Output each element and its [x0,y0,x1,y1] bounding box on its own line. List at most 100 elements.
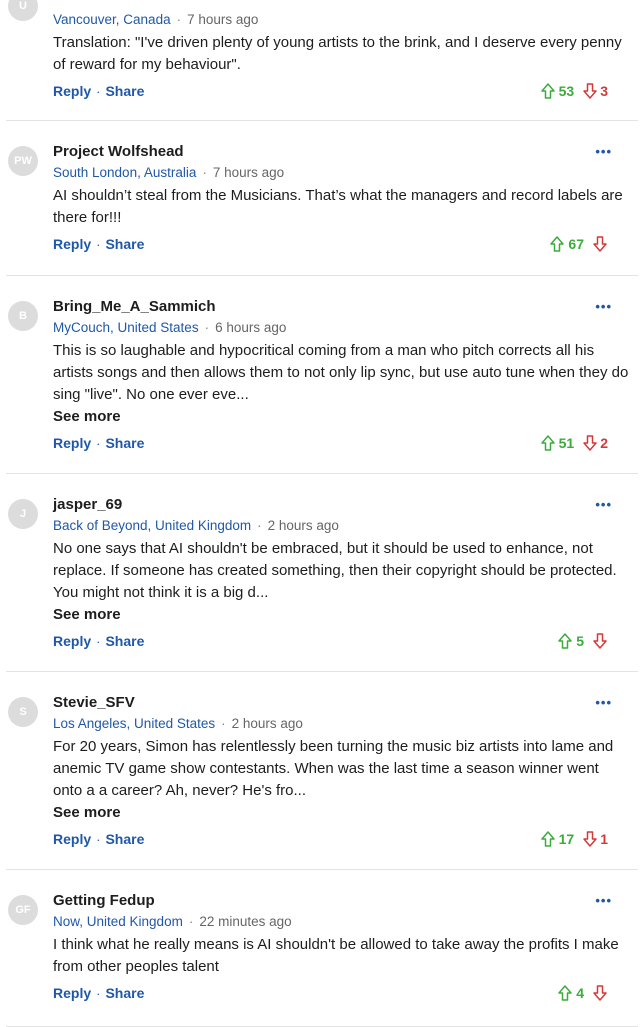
comment-time: 22 minutes ago [199,914,292,929]
comment-author[interactable]: Project Wolfshead [53,142,630,161]
vote-controls: 67 [549,234,608,254]
avatar[interactable]: PW [8,146,38,176]
comment-item: GF ••• Getting Fedup Now, United Kingdom… [6,870,638,1027]
comment-location[interactable]: MyCouch, United States [53,320,199,335]
meta-separator: · [257,518,262,533]
comment-actions: Reply · Share 5 [53,631,608,651]
avatar-initials: U [19,0,27,12]
see-more-link[interactable]: See more [53,802,630,824]
comment-location[interactable]: Now, United Kingdom [53,914,183,929]
upvote-count: 53 [558,83,575,99]
comment-text: Translation: "I've driven plenty of youn… [53,34,622,73]
upvote-count: 51 [558,435,575,451]
upvote-count: 4 [576,985,584,1001]
comment-actions: Reply · Share 51 2 [53,433,608,453]
action-separator: · [96,986,101,1001]
action-separator: · [96,84,101,99]
comment-meta: MyCouch, United States · 6 hours ago [53,319,630,337]
comment-location[interactable]: Vancouver, Canada [53,12,171,27]
arrow-down-outline-icon[interactable] [592,984,608,1002]
avatar-initials: B [19,310,27,322]
see-more-link[interactable]: See more [53,406,630,428]
arrow-down-outline-icon[interactable] [582,82,598,100]
share-button[interactable]: Share [105,831,144,847]
vote-controls: 5 [557,631,608,651]
reply-button[interactable]: Reply [53,985,91,1001]
meta-separator: · [176,12,182,27]
comment-location[interactable]: Los Angeles, United States [53,716,215,731]
share-button[interactable]: Share [105,985,144,1001]
avatar[interactable]: U [8,0,38,21]
action-separator: · [96,436,101,451]
arrow-down-outline-icon[interactable] [582,830,598,848]
arrow-down-outline-icon[interactable] [582,434,598,452]
action-separator: · [96,237,101,252]
downvote-count: 1 [600,831,608,847]
vote-controls: 51 2 [540,433,608,453]
comment-actions: Reply · Share 67 [53,234,608,254]
share-button[interactable]: Share [105,633,144,649]
comment-meta: Vancouver, Canada · 7 hours ago [53,11,630,29]
reply-button[interactable]: Reply [53,633,91,649]
comment-item: U Vancouver, Canada · 7 hours ago Translat… [6,0,638,121]
comment-time: 2 hours ago [231,716,303,731]
comment-time: 2 hours ago [267,518,339,533]
avatar-initials: J [19,508,27,520]
comment-time: 7 hours ago [187,12,259,27]
comment-time: 7 hours ago [212,165,285,180]
arrow-down-outline-icon[interactable] [592,235,608,253]
arrow-up-outline-icon[interactable] [540,434,556,452]
comment-author[interactable]: Getting Fedup [53,891,630,910]
arrow-up-outline-icon[interactable] [540,830,556,848]
avatar[interactable]: B [8,301,38,331]
comment-author[interactable]: jasper_69 [53,495,630,514]
vote-controls: 4 [557,983,608,1003]
comment-location[interactable]: South London, Australia [53,165,196,180]
comment-location[interactable]: Back of Beyond, United Kingdom [53,518,251,533]
reply-button[interactable]: Reply [53,435,91,451]
avatar[interactable]: S [8,697,38,727]
avatar[interactable]: GF [8,895,38,925]
comment-item: PW ••• Project Wolfshead South London, A… [6,121,638,276]
comment-body: jasper_69 Back of Beyond, United Kingdom… [53,495,630,626]
action-separator: · [96,832,101,847]
avatar-initials: PW [14,155,32,167]
share-button[interactable]: Share [105,435,144,451]
comment-meta: Back of Beyond, United Kingdom · 2 hours a… [53,517,630,535]
comment-actions: Reply · Share 4 [53,983,608,1003]
vote-controls: 53 3 [540,81,608,101]
avatar-initials: GF [15,904,31,916]
comment-body: Bring_Me_A_Sammich MyCouch, United State… [53,297,630,428]
meta-separator: · [188,914,194,929]
comment-author[interactable]: Bring_Me_A_Sammich [53,297,630,316]
comment-item: B ••• Bring_Me_A_Sammich MyCouch, United… [6,276,638,474]
comment-body: Stevie_SFV Los Angeles, United States · 2 … [53,693,630,824]
comment-author[interactable]: Stevie_SFV [53,693,630,712]
avatar[interactable]: J [8,499,38,529]
share-button[interactable]: Share [105,83,144,99]
comment-feed: U Vancouver, Canada · 7 hours ago Translat… [6,0,638,1027]
arrow-down-outline-icon[interactable] [592,632,608,650]
reply-button[interactable]: Reply [53,236,91,252]
arrow-up-outline-icon[interactable] [549,235,565,253]
arrow-up-outline-icon[interactable] [540,82,556,100]
reply-button[interactable]: Reply [53,83,91,99]
vote-controls: 17 1 [540,829,608,849]
action-separator: · [96,634,101,649]
comment-text: For 20 years, Simon has relentlessly bee… [53,738,614,799]
comment-actions: Reply · Share 17 1 [53,829,608,849]
reply-button[interactable]: Reply [53,831,91,847]
share-button[interactable]: Share [105,236,144,252]
comment-time: 6 hours ago [215,320,287,335]
comment-meta: South London, Australia · 7 hours ago [53,164,630,182]
arrow-up-outline-icon[interactable] [557,632,573,650]
meta-separator: · [202,165,207,180]
comment-meta: Los Angeles, United States · 2 hours ago [53,715,630,733]
comment-text: AI shouldn’t steal from the Musicians. T… [53,187,623,226]
arrow-up-outline-icon[interactable] [557,984,573,1002]
upvote-count: 17 [558,831,575,847]
comment-text: This is so laughable and hypocritical co… [53,342,629,403]
comment-item: J ••• jasper_69 Back of Beyond, United K… [6,474,638,672]
see-more-link[interactable]: See more [53,604,630,626]
comment-actions: Reply · Share 53 3 [53,81,608,101]
